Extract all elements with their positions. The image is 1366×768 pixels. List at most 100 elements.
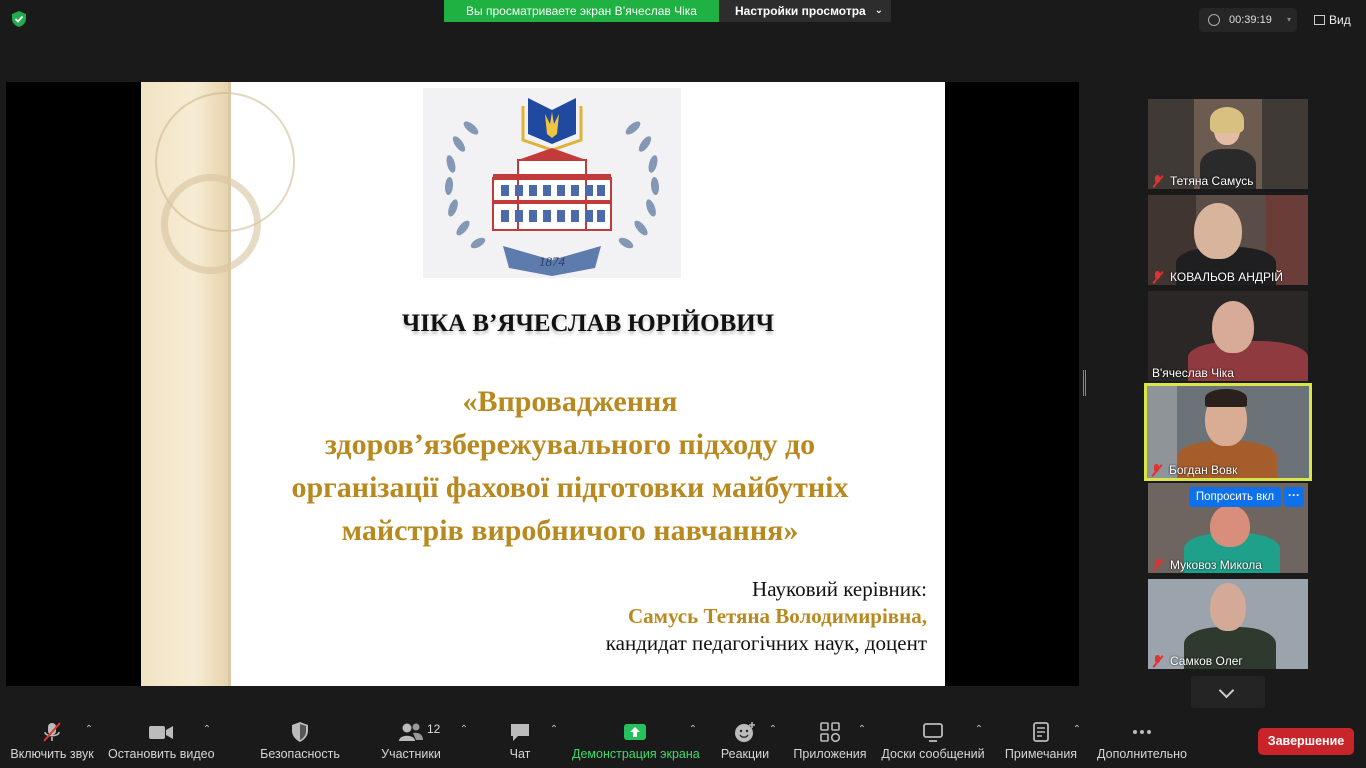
decor-ring — [161, 174, 261, 274]
mic-muted-icon — [1152, 559, 1164, 571]
chat-bubble-icon — [511, 724, 529, 741]
participants-button[interactable]: 12 Участники — [378, 714, 444, 768]
notes-options-caret[interactable]: ⌃ — [1072, 714, 1084, 768]
tile-more-button[interactable]: ··· — [1284, 487, 1304, 507]
notes-icon — [1033, 722, 1049, 742]
participant-name-text: Муковоз Микола — [1170, 558, 1262, 572]
video-options-caret[interactable]: ⌃ — [202, 714, 214, 768]
end-meeting-button[interactable]: Завершение — [1258, 728, 1354, 755]
ask-to-unmute-button[interactable]: Попросить вкл — [1189, 487, 1281, 507]
panel-resize-handle[interactable] — [1083, 370, 1086, 396]
chevron-up-icon: ⌃ — [1072, 724, 1082, 735]
participant-tile-active-speaker[interactable]: Богдан Вовк — [1144, 383, 1312, 481]
chevron-up-icon: ⌃ — [857, 724, 867, 735]
mic-muted-icon — [1152, 271, 1164, 283]
chevron-up-icon: ⌃ — [688, 724, 698, 735]
slide-author-name: ЧІКА В’ЯЧЕСЛАВ ЮРІЙОВИЧ — [401, 310, 775, 337]
whiteboards-button[interactable]: Доски сообщений — [880, 714, 986, 768]
toolbar-label: Примечания — [1004, 747, 1078, 761]
participant-name: В'ячеслав Чіка — [1152, 366, 1234, 380]
logo-year: 1874 — [539, 254, 566, 269]
participant-tile[interactable]: Тетяна Самусь — [1148, 99, 1308, 189]
chevron-up-icon: ⌃ — [974, 724, 984, 735]
slide-decor-strip — [141, 82, 295, 686]
chevron-down-icon — [1218, 682, 1235, 699]
mic-muted-icon — [1151, 464, 1163, 476]
whiteboard-icon — [923, 723, 943, 742]
participants-options-caret[interactable]: ⌃ — [459, 714, 471, 768]
university-logo: 1874 — [423, 88, 681, 278]
participant-name: Тетяна Самусь — [1152, 174, 1254, 188]
participant-name-text: Богдан Вовк — [1169, 463, 1238, 477]
chevron-up-icon: ⌃ — [549, 724, 559, 735]
notes-button[interactable]: Примечания — [1002, 714, 1080, 768]
security-button[interactable]: Безопасность — [258, 714, 342, 768]
clock-icon — [1208, 14, 1220, 26]
view-button[interactable]: Вид — [1309, 8, 1359, 32]
chevron-up-icon: ⌃ — [84, 724, 94, 735]
whiteboards-options-caret[interactable]: ⌃ — [974, 714, 986, 768]
video-camera-icon — [149, 726, 173, 739]
toolbar-label: Доски сообщений — [881, 747, 985, 761]
scroll-down-button[interactable] — [1191, 676, 1265, 708]
participant-tile[interactable]: КОВАЛЬОВ АНДРІЙ — [1148, 195, 1308, 285]
slide-title-line: організації фахової підготовки майбутніх — [291, 471, 849, 504]
chevron-up-icon: ⌃ — [202, 724, 212, 735]
participants-icon — [399, 723, 423, 741]
reactions-button[interactable]: Реакции — [718, 714, 772, 768]
chevron-down-icon: ⌄ — [874, 5, 883, 16]
participant-name-text: Тетяна Самусь — [1170, 174, 1254, 188]
mic-muted-icon — [1152, 655, 1164, 667]
timer-value: 00:39:19 — [1229, 14, 1272, 26]
audio-options-caret[interactable]: ⌃ — [84, 714, 96, 768]
participant-tile[interactable]: Самков Олег — [1148, 579, 1308, 669]
slide-title: «Впровадження здоров’язбережувального пі… — [231, 380, 909, 552]
mic-muted-icon — [1152, 175, 1164, 187]
supervisor-title: кандидат педагогічних наук, доцент — [605, 631, 927, 655]
view-settings-button[interactable]: Настройки просмотра ⌄ — [719, 0, 891, 22]
share-screen-button[interactable]: Демонстрация экрана — [572, 714, 700, 768]
chevron-up-icon: ⌃ — [768, 724, 778, 735]
meeting-timer[interactable]: 00:39:19 ▾ — [1199, 8, 1297, 32]
participant-name: Муковоз Микола — [1152, 558, 1262, 572]
supervisor-label: Науковий керівник: — [752, 577, 927, 601]
share-options-caret[interactable]: ⌃ — [688, 714, 700, 768]
meeting-toolbar: Включить звук ⌃ Остановить видео ⌃ Безоп… — [0, 714, 1366, 768]
top-bar: Вы просматриваете экран В’ячеслав Чіка Н… — [0, 0, 1366, 40]
view-settings-label: Настройки просмотра — [735, 4, 866, 18]
stop-video-button[interactable]: Остановить видео — [108, 714, 215, 768]
slide-title-line: здоров’язбережувального підходу до — [324, 428, 816, 461]
participant-name: Богдан Вовк — [1151, 463, 1237, 477]
more-button[interactable]: Дополнительно — [1096, 714, 1188, 768]
toolbar-label: Остановить видео — [108, 747, 215, 761]
supervisor-name: Самусь Тетяна Володимирівна, — [627, 604, 927, 628]
toolbar-label: Дополнительно — [1097, 747, 1187, 761]
participant-tile[interactable]: В'ячеслав Чіка — [1148, 291, 1308, 381]
share-screen-icon — [624, 724, 646, 740]
chat-button[interactable]: Чат — [498, 714, 542, 768]
sharing-banner: Вы просматриваете экран В’ячеслав Чіка — [444, 0, 719, 22]
shield-icon — [292, 722, 308, 742]
toolbar-label: Демонстрация экрана — [572, 747, 700, 761]
more-dots-icon — [1133, 730, 1151, 734]
slide-title-line: майстрів виробничого навчання» — [341, 514, 799, 547]
microphone-muted-icon — [43, 722, 61, 742]
toolbar-label: Участники — [381, 747, 441, 761]
slide-supervisor-block: Науковий керівник: Самусь Тетяна Володим… — [407, 576, 927, 657]
toolbar-label: Чат — [509, 747, 531, 761]
participants-count: 12 — [427, 722, 441, 736]
chevron-down-icon: ▾ — [1286, 15, 1291, 24]
grid-view-icon — [1314, 15, 1325, 25]
view-label: Вид — [1329, 13, 1351, 27]
encryption-shield-icon[interactable] — [10, 10, 28, 28]
chevron-up-icon: ⌃ — [459, 724, 469, 735]
slide-title-line: «Впровадження — [462, 385, 678, 418]
participant-name: КОВАЛЬОВ АНДРІЙ — [1152, 270, 1283, 284]
chat-options-caret[interactable]: ⌃ — [549, 714, 561, 768]
reactions-options-caret[interactable]: ⌃ — [768, 714, 780, 768]
apps-options-caret[interactable]: ⌃ — [857, 714, 869, 768]
presentation-slide: 1874 ЧІКА В’ЯЧЕСЛАВ ЮРІЙОВИЧ «Впроваджен… — [141, 82, 945, 686]
participant-name-text: КОВАЛЬОВ АНДРІЙ — [1170, 270, 1283, 284]
apps-icon — [820, 722, 841, 743]
toolbar-label: Безопасность — [260, 747, 340, 761]
